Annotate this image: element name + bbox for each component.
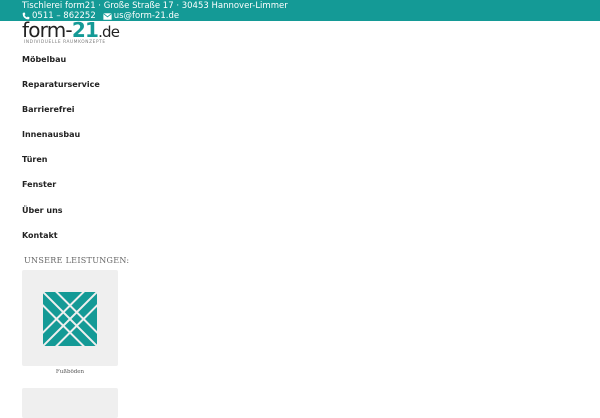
nav-link[interactable]: Barrierefrei bbox=[22, 100, 75, 120]
nav-link[interactable]: Innenausbau bbox=[22, 125, 80, 145]
nav-link[interactable]: Fenster bbox=[22, 175, 56, 195]
nav-item-innenausbau[interactable]: Innenausbau bbox=[22, 125, 100, 150]
service-card-next[interactable] bbox=[22, 388, 118, 418]
nav-item-tueren[interactable]: Türen bbox=[22, 150, 100, 175]
nav-link[interactable]: Kontakt bbox=[22, 226, 58, 246]
nav-item-reparaturservice[interactable]: Reparaturservice bbox=[22, 75, 100, 100]
nav-item-moebelbau[interactable]: Möbelbau bbox=[22, 50, 100, 75]
site-logo[interactable]: form-21.de INDIVIDUELLE RAUMKONZEPTE bbox=[22, 19, 120, 48]
logo-word-tld: .de bbox=[98, 23, 120, 41]
logo-word-21: 21 bbox=[71, 18, 99, 42]
nav-link[interactable]: Reparaturservice bbox=[22, 75, 100, 95]
nav-link[interactable]: Möbelbau bbox=[22, 50, 66, 70]
nav-item-ueber-uns[interactable]: Über uns bbox=[22, 201, 100, 226]
email-link[interactable]: us@form-21.de bbox=[114, 11, 179, 21]
nav-item-fenster[interactable]: Fenster bbox=[22, 175, 100, 200]
nav-item-kontakt[interactable]: Kontakt bbox=[22, 226, 100, 251]
main-navigation: Möbelbau Reparaturservice Barrierefrei I… bbox=[22, 50, 100, 251]
parquet-floor-icon bbox=[43, 292, 97, 346]
nav-item-barrierefrei[interactable]: Barrierefrei bbox=[22, 100, 100, 125]
services-heading: UNSERE LEISTUNGEN: bbox=[24, 256, 130, 265]
nav-link[interactable]: Über uns bbox=[22, 201, 63, 221]
logo-word-form: form- bbox=[22, 18, 73, 42]
logo-tagline: INDIVIDUELLE RAUMKONZEPTE bbox=[24, 40, 106, 45]
nav-link[interactable]: Türen bbox=[22, 150, 47, 170]
company-address: Tischlerei form21 · Große Straße 17 · 30… bbox=[22, 1, 288, 11]
service-card-fussboeden[interactable] bbox=[22, 270, 118, 366]
service-card-caption: Fußböden bbox=[55, 369, 85, 375]
